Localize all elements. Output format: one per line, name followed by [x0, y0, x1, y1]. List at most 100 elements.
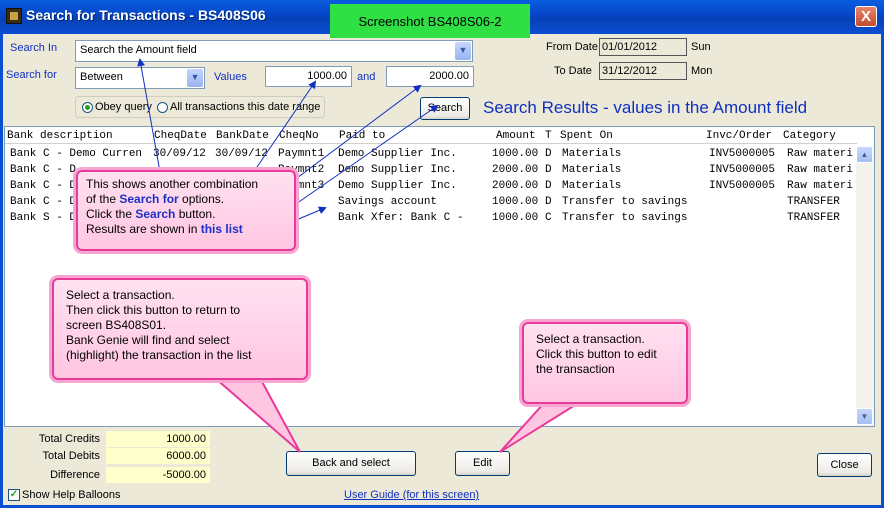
col-header-bank[interactable]: Bank description: [7, 130, 113, 142]
col-header-paidto[interactable]: Paid to: [339, 130, 385, 142]
values-label: Values: [214, 71, 247, 83]
cell-bank: Bank C - D: [10, 180, 77, 192]
cell-spent: Materials: [562, 180, 622, 192]
col-header-spent-on[interactable]: Spent On: [560, 130, 613, 142]
cell-bankdate: 30/09/12: [215, 148, 268, 160]
cell-t: D: [545, 164, 552, 176]
cell-invc: INV5000005: [709, 148, 776, 160]
col-header-bankdate[interactable]: BankDate: [216, 130, 269, 142]
back-and-select-button[interactable]: Back and select: [286, 451, 416, 476]
search-help-line4: Results are shown in this list: [86, 222, 243, 236]
value-to-input[interactable]: 2000.00: [386, 66, 474, 87]
search-help-line1: This shows another combination: [86, 177, 259, 191]
cell-spent: Materials: [562, 148, 622, 160]
from-day-label: Sun: [691, 41, 711, 53]
col-header-cheqdate[interactable]: CheqDate: [154, 130, 207, 142]
scroll-down-icon[interactable]: ▼: [856, 408, 873, 425]
edit-help-line1: Select a transaction.: [536, 332, 645, 346]
all-transactions-label: All transactions this date range: [170, 101, 321, 113]
cell-paidto: Demo Supplier Inc.: [338, 164, 457, 176]
chevron-down-icon: ▼: [187, 69, 203, 87]
cell-amount: 2000.00: [492, 180, 539, 192]
cell-bank: Bank S - D: [10, 212, 77, 224]
cell-t: C: [545, 212, 552, 224]
cell-spent: Transfer to savings: [562, 196, 688, 208]
show-help-checkbox[interactable]: ✓: [8, 489, 20, 501]
cell-cat: Raw materi: [787, 164, 854, 176]
chevron-down-icon: ▼: [455, 42, 471, 60]
results-heading: Search Results - values in the Amount fi…: [483, 98, 808, 117]
search-in-dropdown[interactable]: Search the Amount field ▼: [75, 40, 473, 62]
cell-invc: INV5000005: [709, 164, 776, 176]
table-row[interactable]: Bank C - Demo Curren 30/09/12 30/09/12 Paym…: [0, 148, 855, 163]
cell-t: D: [545, 196, 552, 208]
col-header-type[interactable]: T: [545, 130, 552, 142]
search-for-value: Between: [80, 71, 123, 83]
total-credits-value: 1000.00: [106, 431, 210, 447]
search-for-dropdown[interactable]: Between ▼: [75, 67, 205, 89]
cell-cat: Raw materi: [787, 180, 854, 192]
col-header-cheqno[interactable]: CheqNo: [279, 130, 319, 142]
total-debits-value: 6000.00: [106, 448, 210, 464]
cell-amount: 2000.00: [492, 164, 539, 176]
cell-cheqno: Paymnt1: [278, 148, 325, 160]
close-button[interactable]: Close: [817, 453, 872, 477]
back-help-line5: (highlight) the transaction in the list: [66, 348, 252, 362]
and-label: and: [357, 71, 376, 83]
all-transactions-radio[interactable]: [157, 102, 168, 113]
difference-value: -5000.00: [106, 467, 210, 483]
cell-cheqdate: 30/09/12: [153, 148, 206, 160]
cell-amount: 1000.00: [492, 196, 539, 208]
back-help-balloon: Select a transaction. Then click this bu…: [52, 278, 308, 380]
results-scrollbar[interactable]: ▲ ▼: [856, 146, 874, 426]
window-close-button[interactable]: X: [855, 6, 877, 27]
cell-spent: Transfer to savings: [562, 212, 688, 224]
total-debits-label: Total Debits: [42, 450, 100, 462]
search-help-balloon: This shows another combination of the Se…: [76, 170, 296, 251]
cell-cat: TRANSFER: [787, 196, 840, 208]
from-date-field[interactable]: 01/01/2012: [599, 38, 687, 56]
edit-help-line2: Click this button to edit: [536, 347, 657, 361]
to-date-label: To Date: [554, 65, 592, 77]
app-icon: [6, 8, 22, 24]
cell-amount: 1000.00: [492, 212, 539, 224]
cell-amount: 1000.00: [492, 148, 539, 160]
window-title: Search for Transactions - BS408S06: [26, 7, 266, 23]
screenshot-banner: Screenshot BS408S06-2: [330, 4, 530, 38]
cell-paidto: Demo Supplier Inc.: [338, 148, 457, 160]
search-in-value: Search the Amount field: [80, 44, 197, 56]
edit-button[interactable]: Edit: [455, 451, 510, 476]
search-help-line3: Click the Search button.: [86, 207, 216, 221]
total-credits-label: Total Credits: [38, 433, 100, 445]
back-help-line1: Select a transaction.: [66, 288, 175, 302]
cell-paidto: Savings account: [338, 196, 438, 208]
difference-label: Difference: [50, 469, 100, 481]
search-button[interactable]: Search: [420, 97, 470, 120]
back-help-line4: Bank Genie will find and select: [66, 333, 230, 347]
search-for-label: Search for: [6, 69, 57, 81]
user-guide-link[interactable]: User Guide (for this screen): [344, 489, 479, 501]
scroll-up-icon[interactable]: ▲: [856, 146, 873, 163]
col-header-category[interactable]: Category: [783, 130, 836, 142]
cell-cat: TRANSFER: [787, 212, 840, 224]
back-help-line3: screen BS408S01.: [66, 318, 167, 332]
cell-bank: Bank C - D: [10, 196, 77, 208]
from-date-label: From Date: [546, 41, 598, 53]
cell-t: D: [545, 148, 552, 160]
cell-spent: Materials: [562, 164, 622, 176]
col-header-invc[interactable]: Invc/Order: [706, 130, 772, 142]
value-from-input[interactable]: 1000.00: [265, 66, 352, 87]
cell-paidto: Demo Supplier Inc.: [338, 180, 457, 192]
edit-help-line3: the transaction: [536, 362, 615, 376]
to-date-field[interactable]: 31/12/2012: [599, 62, 687, 80]
cell-paidto: Bank Xfer: Bank C -: [338, 212, 464, 224]
col-header-amount[interactable]: Amount: [496, 130, 536, 142]
cell-bank: Bank C - D: [10, 164, 77, 176]
cell-cat: Raw materi: [787, 148, 854, 160]
obey-query-radio[interactable]: [82, 102, 93, 113]
header-divider: [5, 143, 857, 144]
search-help-line2: of the Search for options.: [86, 192, 225, 206]
to-day-label: Mon: [691, 65, 713, 77]
back-help-line2: Then click this button to return to: [66, 303, 241, 317]
obey-query-label: Obey query: [95, 101, 152, 113]
